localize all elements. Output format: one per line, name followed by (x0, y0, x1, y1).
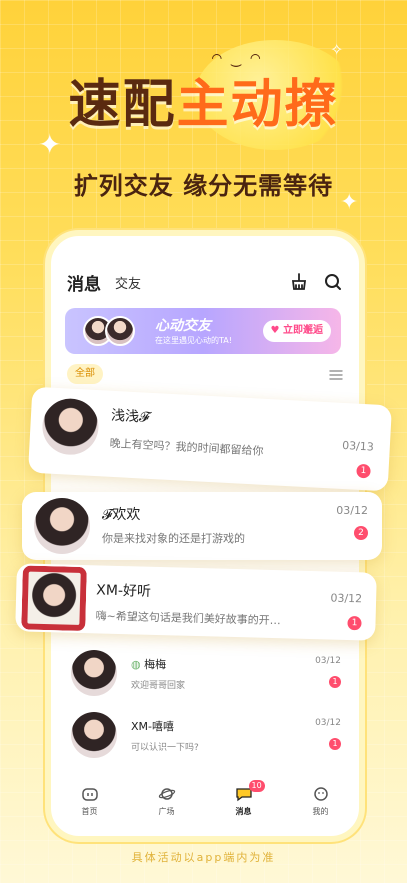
avatar (71, 712, 117, 758)
avatar (34, 498, 90, 554)
avatar (41, 397, 100, 457)
footer-note: 具体活动以app端内为准 (131, 851, 276, 864)
message-date: 03/12 (336, 504, 368, 517)
tab-badge: 10 (248, 780, 265, 792)
list-item[interactable]: ◍ 梅梅 欢迎哥哥回家 03/12 1 (65, 648, 355, 704)
avatar (21, 565, 87, 632)
home-icon (81, 788, 98, 801)
list-item[interactable]: XM-好听 嗨~希望这句话是我们美好故事的开… 03/12 1 (15, 563, 377, 641)
unread-badge: 1 (329, 676, 341, 688)
tab-profile-label: 我的 (312, 807, 329, 816)
contact-name: XM-嘻嘻 (131, 720, 174, 733)
contact-name-text: 梅梅 (144, 658, 167, 671)
tab-messages-bottom[interactable]: 10 消息 (219, 780, 269, 817)
profile-icon (313, 787, 328, 801)
avatar (105, 316, 135, 346)
sparkle-icon: ✧ (330, 40, 344, 59)
promo-headline: 速配主动撩 (0, 62, 407, 137)
contact-name: XM-好听 (96, 582, 152, 600)
last-message: 晚上有空吗？我的时间都留给你 (109, 436, 264, 458)
filter-all-chip[interactable]: 全部 (67, 364, 103, 384)
last-message: 嗨~希望这句话是我们美好故事的开… (95, 609, 281, 628)
headline-part-2: 主动撩 (176, 75, 339, 135)
banner-subtitle: 在这里遇见心动的TA! (155, 336, 232, 345)
promo-subtitle: 扩列交友 缘分无需等待 (73, 172, 334, 200)
contact-name: 𝓕欢欢 (102, 507, 141, 523)
tab-messages-label: 消息 (235, 807, 252, 816)
unread-badge: 1 (329, 738, 341, 750)
messages-header: 消息 交友 (67, 268, 343, 296)
unread-badge: 1 (356, 463, 371, 479)
search-icon[interactable] (323, 272, 343, 292)
tab-square-label: 广场 (158, 807, 175, 816)
last-message: 欢迎哥哥回家 (131, 681, 186, 691)
contact-name: ◍ 梅梅 (131, 656, 166, 672)
tab-home[interactable]: 首页 (65, 786, 115, 817)
list-item[interactable]: XM-嘻嘻 可以认识一下吗? 03/12 1 (65, 710, 355, 766)
verified-icon: ◍ (131, 658, 141, 671)
tab-messages[interactable]: 消息 (67, 270, 101, 295)
planet-icon (158, 788, 175, 800)
tab-home-label: 首页 (81, 807, 98, 816)
banner-avatars (83, 316, 135, 346)
list-item[interactable]: 𝓕欢欢 你是来找对象的还是打游戏的 03/12 2 (22, 492, 382, 560)
message-date: 03/12 (330, 591, 363, 606)
tab-profile[interactable]: 我的 (296, 786, 346, 817)
headline-part-1: 速配 (68, 75, 177, 135)
heart-dating-banner[interactable]: 心动交友 在这里遇见心动的TA! ♥ 立即邂逅 (65, 308, 341, 354)
contact-name: 浅浅𝓕 (110, 407, 150, 426)
bottom-tabbar: 首页 广场 10 消息 我的 (51, 776, 359, 836)
avatar (71, 650, 117, 696)
last-message: 你是来找对象的还是打游戏的 (102, 532, 245, 545)
tab-friends[interactable]: 交友 (115, 273, 141, 292)
last-message: 可以认识一下吗? (131, 743, 199, 753)
meet-now-label: 立即邂逅 (283, 325, 323, 336)
message-date: 03/12 (315, 656, 341, 666)
banner-title: 心动交友 (155, 318, 211, 334)
broom-icon[interactable] (289, 272, 309, 292)
unread-badge: 1 (347, 615, 362, 631)
unread-badge: 2 (354, 526, 368, 540)
message-date: 03/12 (315, 718, 341, 728)
message-date: 03/13 (341, 438, 375, 454)
meet-now-button[interactable]: ♥ 立即邂逅 (262, 320, 331, 342)
menu-lines-icon[interactable] (329, 366, 343, 385)
tab-square[interactable]: 广场 (142, 786, 192, 817)
